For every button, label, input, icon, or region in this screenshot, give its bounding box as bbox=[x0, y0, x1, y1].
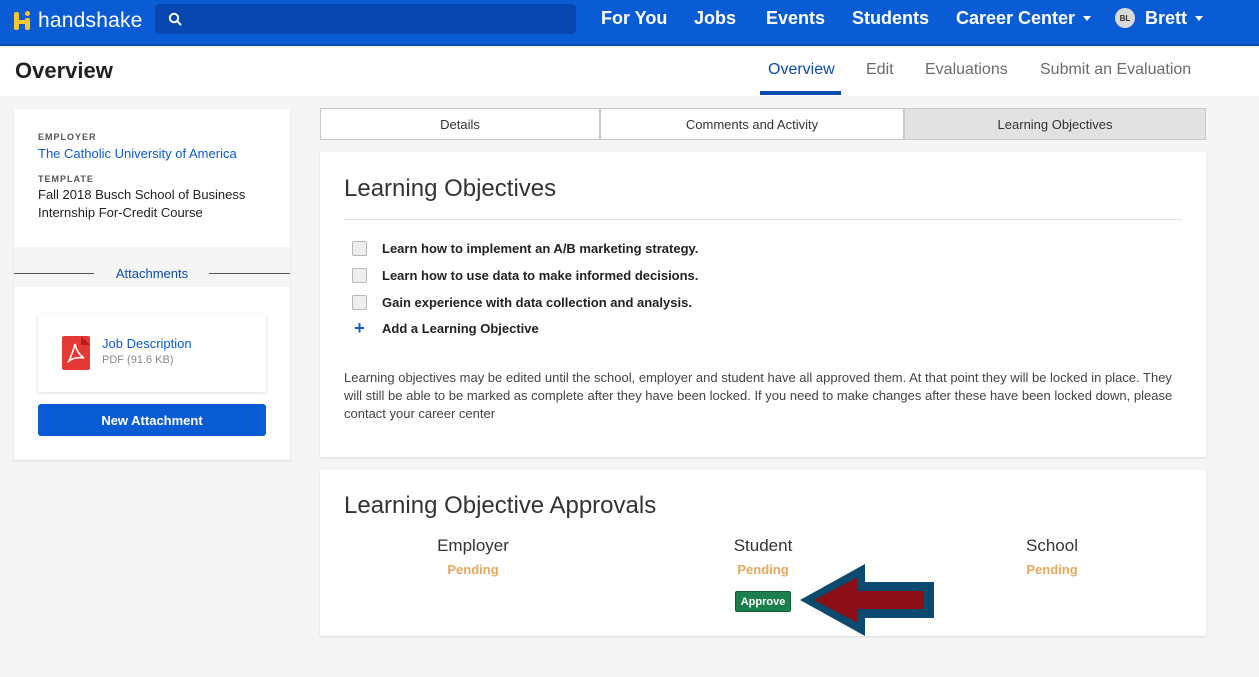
tab-comments-activity[interactable]: Comments and Activity bbox=[600, 108, 904, 140]
objective-text: Learn how to implement an A/B marketing … bbox=[382, 240, 699, 256]
nav-career-center-label: Career Center bbox=[956, 7, 1076, 28]
handshake-logo-icon bbox=[12, 10, 34, 32]
status-badge: Pending bbox=[447, 562, 499, 577]
attachments-title: Attachments bbox=[115, 266, 189, 281]
approval-employer: Employer Pending bbox=[373, 536, 573, 577]
tab-edit[interactable]: Edit bbox=[866, 61, 894, 79]
search-input[interactable] bbox=[155, 4, 576, 34]
avatar: BL bbox=[1115, 8, 1135, 28]
employer-link[interactable]: The Catholic University of America bbox=[38, 146, 237, 161]
nav-jobs[interactable]: Jobs bbox=[694, 0, 736, 36]
approval-party: School bbox=[1026, 536, 1078, 555]
info-sidebar: EMPLOYER The Catholic University of Amer… bbox=[14, 109, 290, 460]
add-objective-link[interactable]: + Add a Learning Objective bbox=[352, 319, 539, 337]
approval-party: Employer bbox=[437, 536, 509, 555]
top-nav-bar: handshake For You Jobs Events Students C… bbox=[0, 0, 1259, 46]
tab-overview[interactable]: Overview bbox=[768, 61, 835, 79]
search-icon bbox=[168, 12, 182, 26]
objectives-note: Learning objectives may be edited until … bbox=[344, 370, 1173, 421]
annotation-arrow-icon bbox=[800, 564, 934, 636]
tab-submit-evaluation[interactable]: Submit an Evaluation bbox=[1040, 61, 1191, 79]
active-tab-indicator bbox=[760, 91, 841, 95]
learning-objectives-title: Learning Objectives bbox=[344, 175, 557, 202]
tab-learning-objectives[interactable]: Learning Objectives bbox=[904, 108, 1206, 140]
plus-icon: + bbox=[354, 317, 365, 338]
nav-students[interactable]: Students bbox=[852, 0, 929, 36]
tab-evaluations[interactable]: Evaluations bbox=[925, 61, 1008, 79]
page-header: Overview Overview Edit Evaluations Submi… bbox=[0, 48, 1259, 96]
objective-item: Gain experience with data collection and… bbox=[352, 293, 692, 311]
approval-party: Student bbox=[733, 536, 793, 555]
approve-button[interactable]: Approve bbox=[735, 591, 791, 612]
page-title: Overview bbox=[15, 58, 113, 83]
divider bbox=[344, 219, 1182, 220]
attachment-name[interactable]: Job Description bbox=[102, 336, 192, 351]
objective-checkbox[interactable] bbox=[352, 267, 367, 283]
objective-text: Gain experience with data collection and… bbox=[382, 294, 692, 310]
template-name-line2: Internship For-Credit Course bbox=[38, 205, 203, 220]
employer-label: EMPLOYER bbox=[38, 132, 97, 142]
objective-item: Learn how to implement an A/B marketing … bbox=[352, 239, 698, 257]
approval-school: School Pending bbox=[952, 536, 1152, 577]
objective-checkbox[interactable] bbox=[352, 294, 367, 310]
approvals-card: Learning Objective Approvals Employer Pe… bbox=[320, 470, 1206, 636]
detail-tabs: Details Comments and Activity Learning O… bbox=[320, 108, 1206, 140]
template-name-line1: Fall 2018 Busch School of Business bbox=[38, 187, 246, 202]
nav-career-center[interactable]: Career Center bbox=[956, 0, 1092, 36]
user-menu[interactable]: BL Brett bbox=[1115, 0, 1204, 36]
user-name: Brett bbox=[1145, 7, 1188, 28]
learning-objectives-card: Learning Objectives Learn how to impleme… bbox=[320, 152, 1206, 457]
objective-checkbox[interactable] bbox=[352, 240, 367, 256]
template-label: TEMPLATE bbox=[38, 174, 94, 184]
nav-events[interactable]: Events bbox=[766, 0, 825, 36]
pdf-icon bbox=[62, 336, 90, 370]
add-objective-label: Add a Learning Objective bbox=[382, 320, 539, 336]
objective-item: Learn how to use data to make informed d… bbox=[352, 266, 698, 284]
chevron-down-icon bbox=[1195, 15, 1204, 21]
approvals-title: Learning Objective Approvals bbox=[344, 492, 657, 519]
new-attachment-button[interactable]: New Attachment bbox=[38, 404, 266, 436]
nav-for-you[interactable]: For You bbox=[601, 0, 667, 36]
tab-details[interactable]: Details bbox=[320, 108, 600, 140]
handshake-logo[interactable]: handshake bbox=[12, 9, 143, 33]
attachment-item[interactable]: Job Description PDF (91.6 KB) bbox=[38, 314, 266, 392]
attachment-meta: PDF (91.6 KB) bbox=[102, 354, 174, 366]
chevron-down-icon bbox=[1083, 15, 1092, 21]
brand-name: handshake bbox=[38, 9, 143, 32]
objective-text: Learn how to use data to make informed d… bbox=[382, 267, 699, 283]
status-badge: Pending bbox=[1026, 562, 1078, 577]
